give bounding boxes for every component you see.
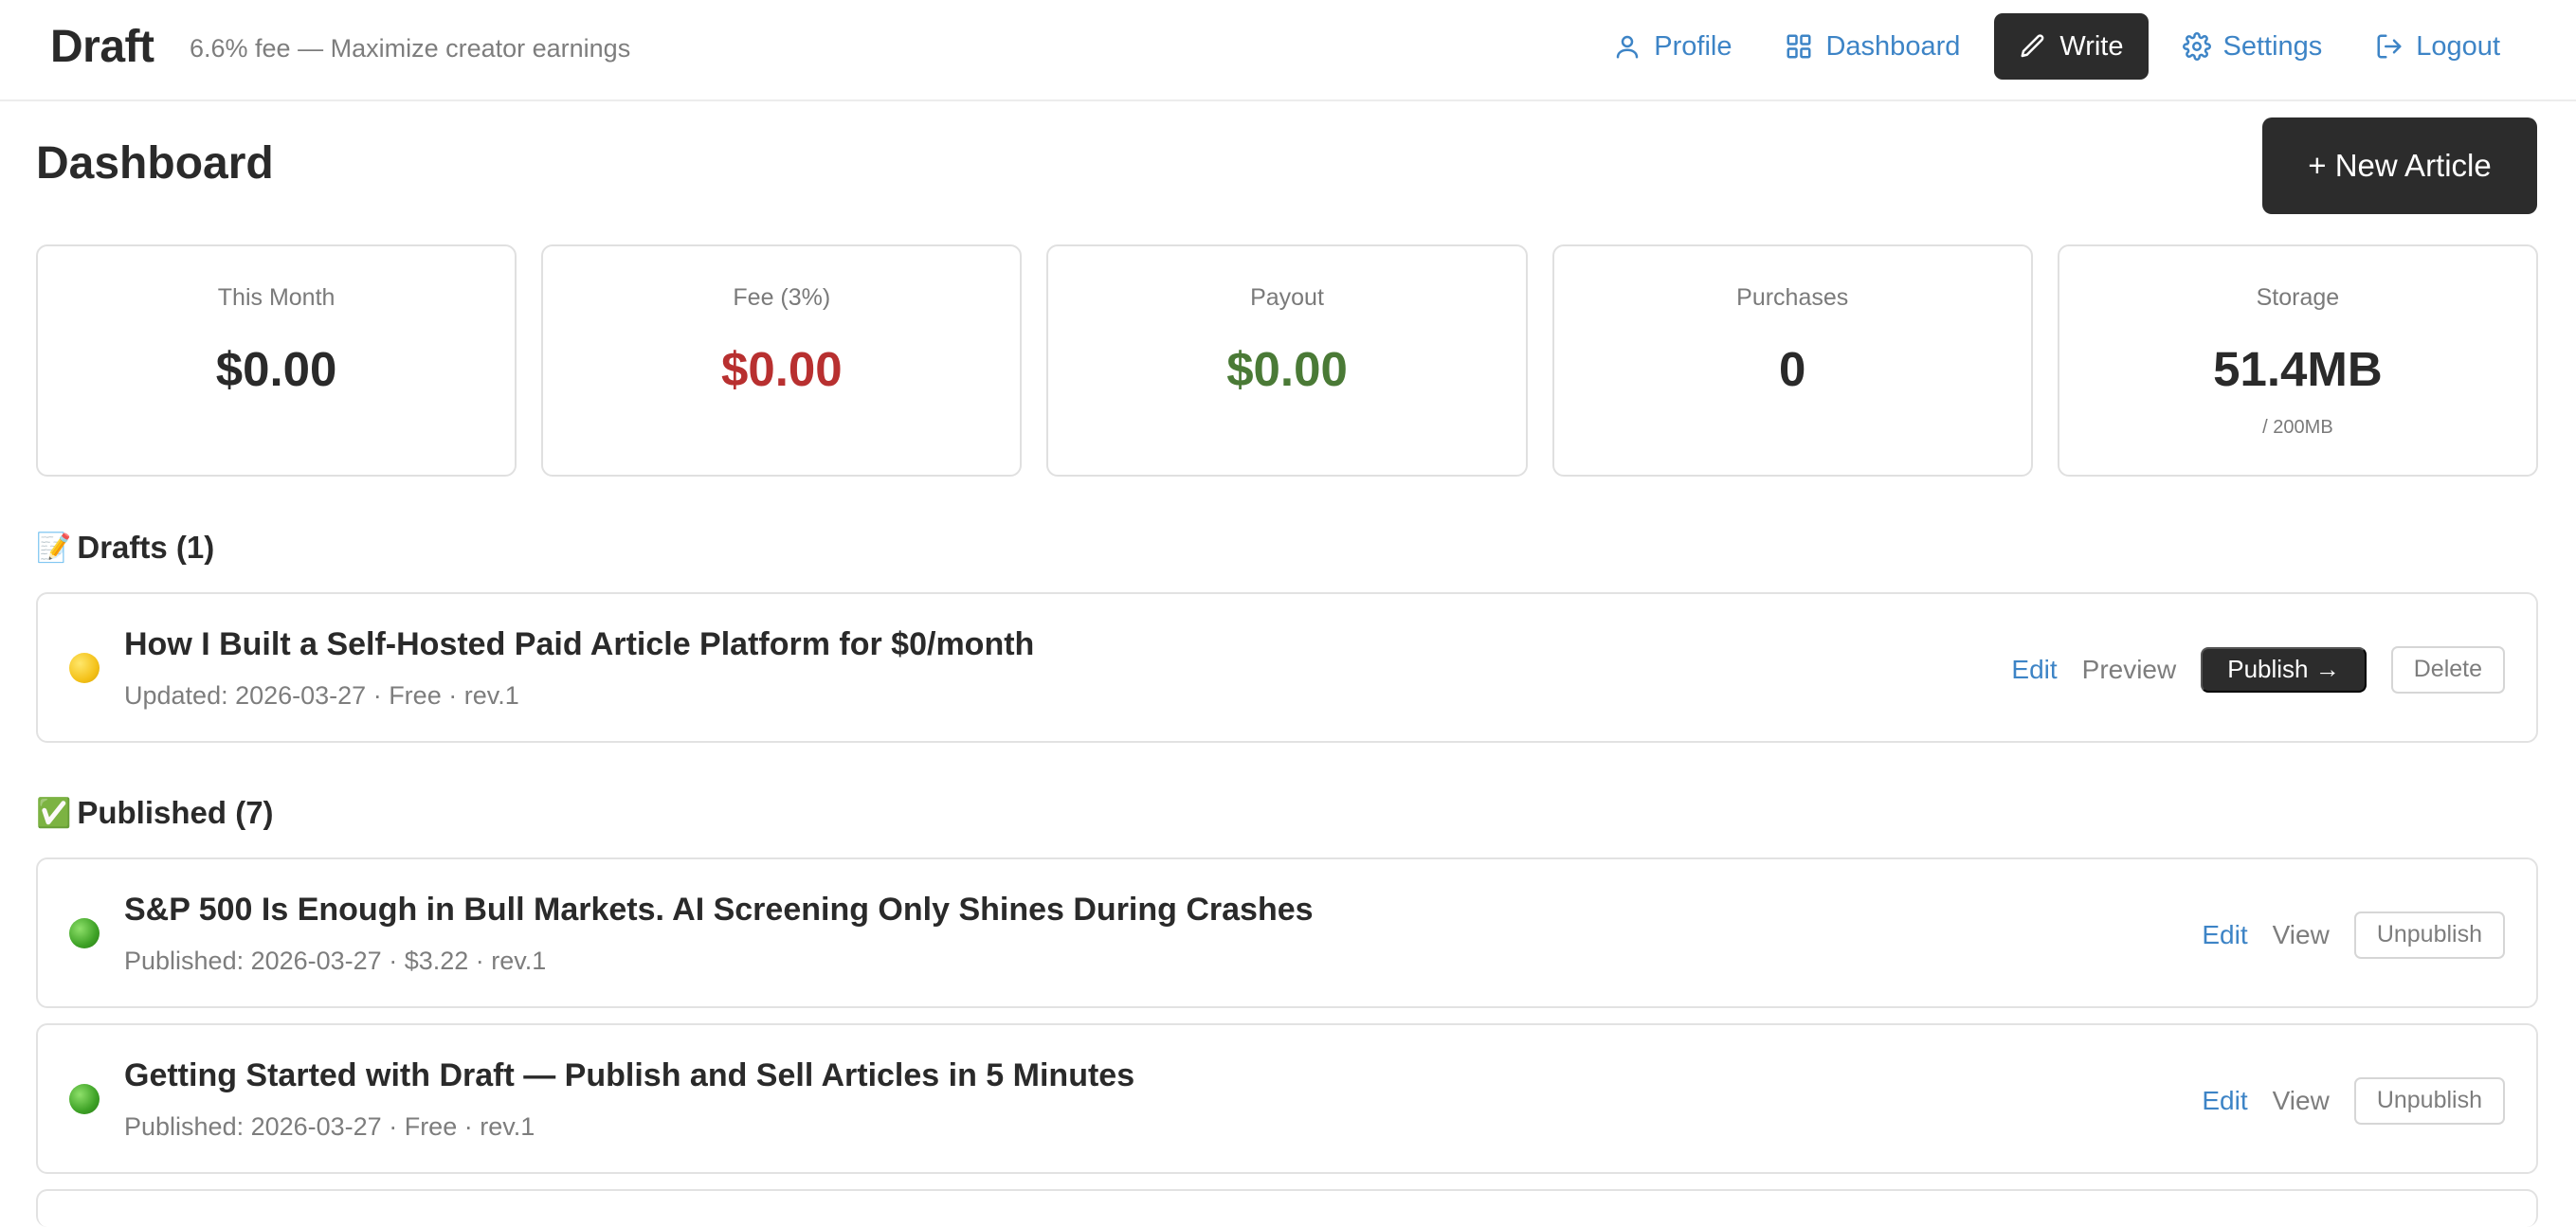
drafts-heading: 📝 Drafts (1)	[36, 530, 214, 566]
article-title[interactable]: How I Built a Self-Hosted Paid Article P…	[124, 626, 1034, 663]
stat-label: This Month	[217, 284, 336, 311]
stat-value: $0.00	[1226, 342, 1348, 396]
stat-label: Payout	[1250, 284, 1324, 311]
green-dot-icon	[69, 1084, 100, 1114]
brand-tagline: 6.6% fee — Maximize creator earnings	[190, 34, 631, 63]
article-meta: Published: 2026-03-27 · $3.22 · rev.1	[124, 947, 547, 975]
stats-row: This Month $0.00 Fee (3%) $0.00 Payout $…	[36, 244, 2539, 477]
stat-value: 0	[1779, 342, 1806, 396]
pencil-icon	[2021, 34, 2044, 58]
brand-logo[interactable]: Draft	[50, 21, 154, 73]
grid-icon	[1787, 34, 1811, 59]
article-actions: Edit View Unpublish	[2202, 1025, 2505, 1176]
drafts-heading-label: Drafts (1)	[77, 530, 215, 565]
stat-value: $0.00	[720, 342, 843, 396]
article-title[interactable]: S&P 500 Is Enough in Bull Markets. AI Sc…	[124, 892, 1314, 929]
nav-write[interactable]: Write	[1994, 13, 2149, 80]
stat-card-purchases: Purchases 0	[1551, 244, 2033, 477]
publish-button[interactable]: Publish →	[2201, 646, 2367, 693]
published-item: Getting Started with Draft — Publish and…	[36, 1023, 2538, 1174]
nav-settings[interactable]: Settings	[2156, 13, 2349, 80]
logout-icon	[2377, 34, 2402, 59]
gear-icon	[2182, 32, 2211, 61]
delete-button[interactable]: Delete	[2390, 645, 2505, 694]
new-article-button[interactable]: + New Article	[2262, 117, 2537, 214]
edit-link[interactable]: Edit	[2202, 1086, 2247, 1116]
main-nav: Profile Dashboard Write Settings Logout	[1587, 13, 2576, 80]
memo-icon: 📝	[36, 531, 72, 565]
nav-logout[interactable]: Logout	[2349, 13, 2527, 80]
stat-value: 51.4MB	[2213, 342, 2383, 396]
yellow-dot-icon	[69, 653, 100, 683]
nav-profile[interactable]: Profile	[1587, 13, 1758, 80]
nav-logout-label: Logout	[2416, 30, 2500, 62]
stat-card-storage: Storage 51.4MB / 200MB	[2057, 244, 2539, 477]
article-meta: Updated: 2026-03-27 · Free · rev.1	[124, 681, 519, 710]
user-icon	[1617, 35, 1639, 59]
green-dot-icon	[69, 918, 100, 948]
view-link[interactable]: View	[2273, 1086, 2330, 1116]
edit-link[interactable]: Edit	[2011, 655, 2057, 685]
nav-write-label: Write	[2059, 30, 2124, 62]
article-title[interactable]: Getting Started with Draft — Publish and…	[124, 1057, 1134, 1094]
stat-sub: / 200MB	[2262, 417, 2333, 438]
article-actions: Edit View Unpublish	[2202, 859, 2505, 1010]
stat-value: $0.00	[215, 342, 337, 396]
stat-card-this-month: This Month $0.00	[36, 244, 517, 477]
article-actions: Edit Preview Publish → Delete	[2011, 594, 2505, 745]
published-heading: ✅ Published (7)	[36, 795, 274, 831]
nav-settings-label: Settings	[2222, 30, 2323, 62]
stat-label: Storage	[2256, 284, 2340, 311]
article-meta: Published: 2026-03-27 · Free · rev.1	[124, 1112, 535, 1141]
page-title: Dashboard	[36, 138, 274, 189]
nav-dashboard[interactable]: Dashboard	[1758, 13, 1986, 80]
stat-card-payout: Payout $0.00	[1046, 244, 1528, 477]
edit-link[interactable]: Edit	[2202, 920, 2247, 950]
stat-label: Fee (3%)	[733, 284, 831, 311]
published-heading-label: Published (7)	[77, 795, 274, 830]
stat-label: Purchases	[1736, 284, 1849, 311]
nav-dashboard-label: Dashboard	[1825, 30, 1961, 62]
check-mark-icon: ✅	[36, 796, 72, 830]
stat-card-fee: Fee (3%) $0.00	[541, 244, 1023, 477]
published-item: S&P 500 Is Enough in Bull Markets. AI Sc…	[36, 857, 2538, 1008]
view-link[interactable]: View	[2273, 920, 2330, 950]
preview-link[interactable]: Preview	[2082, 655, 2177, 685]
unpublish-button[interactable]: Unpublish	[2353, 911, 2505, 959]
published-item-partial	[36, 1189, 2538, 1227]
nav-profile-label: Profile	[1654, 30, 1732, 62]
unpublish-button[interactable]: Unpublish	[2353, 1076, 2505, 1125]
draft-item: How I Built a Self-Hosted Paid Article P…	[36, 592, 2538, 743]
top-bar: Draft 6.6% fee — Maximize creator earnin…	[0, 0, 2576, 101]
